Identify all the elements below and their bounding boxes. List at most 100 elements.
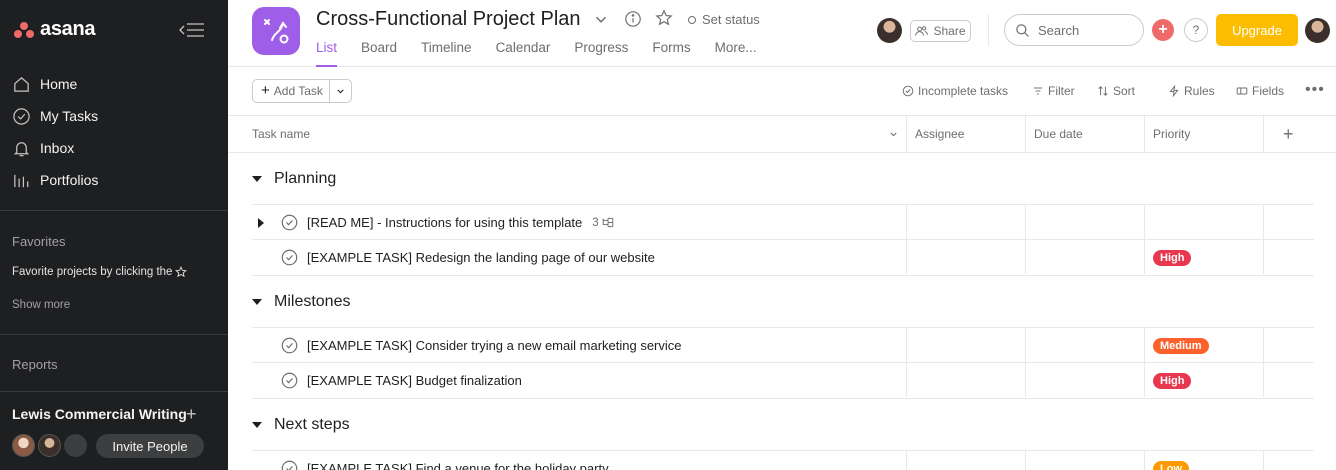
complete-check-icon[interactable]	[281, 460, 298, 470]
invite-people-button[interactable]: Invite People	[96, 434, 204, 458]
tab-forms[interactable]: Forms	[652, 40, 690, 66]
task-name[interactable]: [READ ME] - Instructions for using this …	[307, 215, 615, 230]
column-task-name[interactable]: Task name	[252, 116, 310, 152]
user-avatar[interactable]	[1305, 18, 1330, 43]
avatar-placeholder[interactable]	[64, 434, 87, 457]
complete-check-icon[interactable]	[281, 214, 298, 231]
task-title: [EXAMPLE TASK] Redesign the landing page…	[307, 250, 655, 265]
collapse-sidebar-icon[interactable]	[178, 20, 206, 40]
fields-button[interactable]: Fields	[1236, 84, 1284, 98]
search-input[interactable]	[1038, 22, 1128, 38]
rules-button[interactable]: Rules	[1168, 84, 1215, 98]
chevron-down-icon[interactable]	[592, 11, 610, 29]
favorites-hint: Favorite projects by clicking the	[12, 266, 188, 278]
section-name: Planning	[274, 170, 337, 187]
avatar[interactable]	[38, 434, 61, 457]
collapse-triangle-icon[interactable]	[252, 176, 262, 182]
tab-more[interactable]: More...	[715, 40, 757, 66]
complete-check-icon[interactable]	[281, 249, 298, 266]
set-status-button[interactable]: Set status	[688, 12, 760, 27]
table-row[interactable]: [EXAMPLE TASK] Consider trying a new ema…	[252, 327, 1314, 363]
avatar[interactable]	[877, 18, 902, 43]
cell-divider	[1263, 451, 1264, 470]
search-box[interactable]	[1004, 14, 1144, 46]
search-icon	[1016, 23, 1029, 37]
priority-badge[interactable]: Low	[1153, 461, 1189, 470]
cell-divider	[1025, 240, 1026, 274]
help-button[interactable]: ?	[1184, 18, 1208, 42]
tab-timeline[interactable]: Timeline	[421, 40, 472, 66]
subtask-icon	[602, 217, 613, 228]
sidebar-item-home[interactable]: Home	[0, 68, 228, 100]
task-title: [EXAMPLE TASK] Consider trying a new ema…	[307, 338, 682, 353]
task-name[interactable]: [EXAMPLE TASK] Find a venue for the holi…	[307, 461, 609, 470]
sidebar: asana Home My Tasks Inbox Portfolios Fav…	[0, 0, 228, 470]
cell-divider	[1025, 363, 1026, 397]
table-row[interactable]: [READ ME] - Instructions for using this …	[252, 204, 1314, 240]
section-header-next-steps[interactable]: Next steps	[252, 416, 350, 434]
cell-divider	[1144, 328, 1145, 362]
expand-subtasks-icon[interactable]	[258, 218, 264, 228]
incomplete-tasks-button[interactable]: Incomplete tasks	[902, 84, 1008, 98]
add-team-plus-icon[interactable]: +	[186, 404, 197, 425]
column-assignee[interactable]: Assignee	[915, 116, 964, 152]
asana-logo-icon	[14, 21, 34, 38]
avatar[interactable]	[12, 434, 35, 457]
info-icon[interactable]	[624, 10, 642, 28]
table-row[interactable]: [EXAMPLE TASK] Find a venue for the holi…	[252, 450, 1314, 470]
incomplete-tasks-label: Incomplete tasks	[918, 84, 1009, 98]
collapse-triangle-icon[interactable]	[252, 299, 262, 305]
filter-button[interactable]: Filter	[1032, 84, 1075, 98]
complete-check-icon[interactable]	[281, 337, 298, 354]
project-icon[interactable]	[252, 7, 300, 55]
team-avatars	[12, 434, 87, 457]
reports-link[interactable]: Reports	[12, 357, 58, 372]
priority-badge[interactable]: Medium	[1153, 338, 1209, 354]
more-options-icon[interactable]: •••	[1305, 82, 1325, 98]
column-divider	[906, 116, 907, 152]
asana-logo[interactable]: asana	[14, 18, 96, 41]
project-tabs: List Board Timeline Calendar Progress Fo…	[316, 40, 757, 67]
team-name[interactable]: Lewis Commercial Writing	[12, 406, 187, 422]
tab-list[interactable]: List	[316, 40, 338, 67]
bell-icon	[13, 141, 30, 156]
column-priority[interactable]: Priority	[1153, 116, 1190, 152]
column-divider	[1263, 116, 1264, 152]
collapse-triangle-icon[interactable]	[252, 422, 262, 428]
tab-progress[interactable]: Progress	[574, 40, 628, 66]
sort-button[interactable]: Sort	[1097, 84, 1135, 98]
task-name[interactable]: [EXAMPLE TASK] Budget finalization	[307, 373, 522, 388]
share-button[interactable]: Share	[910, 20, 971, 42]
sidebar-item-inbox[interactable]: Inbox	[0, 132, 228, 164]
people-icon	[915, 26, 929, 36]
priority-badge[interactable]: High	[1153, 373, 1192, 389]
task-name[interactable]: [EXAMPLE TASK] Consider trying a new ema…	[307, 338, 682, 353]
favorites-hint-text: Favorite projects by clicking the	[12, 266, 173, 278]
priority-badge[interactable]: High	[1153, 250, 1192, 266]
add-column-plus-icon[interactable]: +	[1283, 116, 1294, 152]
table-row[interactable]: [EXAMPLE TASK] Redesign the landing page…	[252, 240, 1314, 276]
table-row[interactable]: [EXAMPLE TASK] Budget finalization High	[252, 363, 1314, 399]
project-title[interactable]: Cross-Functional Project Plan	[316, 8, 581, 31]
sidebar-item-my-tasks[interactable]: My Tasks	[0, 100, 228, 132]
sidebar-item-portfolios[interactable]: Portfolios	[0, 164, 228, 196]
status-dot-icon	[688, 15, 696, 24]
sidebar-item-label: My Tasks	[40, 108, 99, 124]
tab-calendar[interactable]: Calendar	[496, 40, 551, 66]
section-header-planning[interactable]: Planning	[252, 170, 336, 188]
quick-add-plus-icon[interactable]: +	[1152, 19, 1174, 41]
task-name[interactable]: [EXAMPLE TASK] Redesign the landing page…	[307, 250, 655, 265]
add-task-button[interactable]: + Add Task	[253, 80, 331, 102]
column-due-date[interactable]: Due date	[1034, 116, 1083, 152]
section-header-milestones[interactable]: Milestones	[252, 293, 350, 311]
add-task-dropdown[interactable]	[330, 86, 351, 97]
sidebar-item-label: Inbox	[40, 140, 75, 156]
upgrade-button[interactable]: Upgrade	[1216, 14, 1298, 46]
tab-board[interactable]: Board	[361, 40, 397, 66]
complete-check-icon[interactable]	[281, 372, 298, 389]
star-icon	[175, 266, 188, 278]
filter-label: Filter	[1048, 84, 1075, 98]
star-icon[interactable]	[655, 9, 673, 27]
chevron-down-icon[interactable]	[888, 129, 899, 140]
show-more-link[interactable]: Show more	[12, 299, 70, 311]
